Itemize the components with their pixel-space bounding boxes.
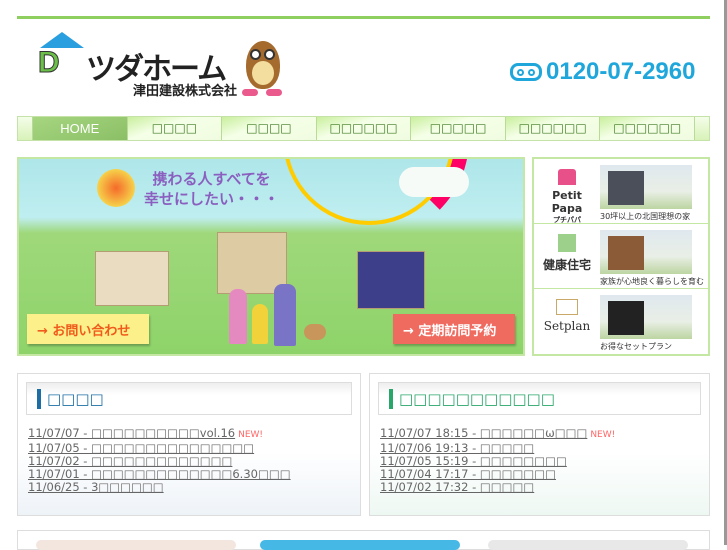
new-badge: NEW! xyxy=(590,430,616,440)
news-item[interactable]: 11/07/07 - □□□□□□□□□□vol.16 NEW! xyxy=(28,427,360,442)
house-photo xyxy=(600,230,692,274)
blog-box: □□□□□□□□□□□ 11/07/07 18:15 - □□□□□□ω□□□ N… xyxy=(369,373,710,516)
blog-item[interactable]: 11/07/07 18:15 - □□□□□□ω□□□ NEW! xyxy=(380,427,709,442)
blog-item[interactable]: 11/07/02 17:32 - □□□□□ xyxy=(380,481,709,494)
phone-text: 0120-07-2960 xyxy=(546,58,696,85)
setplan-logo: Setplan xyxy=(538,299,596,333)
top-divider xyxy=(17,16,710,19)
news-box: □□□□ 11/07/07 - □□□□□□□□□□vol.16 NEW! 11/… xyxy=(17,373,361,516)
product-petit-papa[interactable]: Petit Papa プチパパ 30坪以上の北国理想の家 xyxy=(534,159,708,224)
site-logo[interactable]: D ツダホーム 津田建設株式会社 xyxy=(38,30,238,100)
nav-item-3[interactable]: □□□□ xyxy=(221,117,316,140)
house-photo xyxy=(600,165,692,209)
nav-home[interactable]: HOME xyxy=(32,117,127,140)
nav-item-4[interactable]: □□□□□□ xyxy=(315,117,411,140)
new-badge: NEW! xyxy=(238,430,264,440)
nav-item-2[interactable]: □□□□ xyxy=(126,117,222,140)
tagline: 携わる人すべてを 幸せにしたい・・・ xyxy=(144,170,280,208)
petit-papa-logo: Petit Papa プチパパ xyxy=(538,169,596,225)
news-item[interactable]: 11/06/25 - 3□□□□□□ xyxy=(28,481,360,494)
sun-icon xyxy=(97,169,135,207)
house-illustration xyxy=(95,251,169,306)
bottom-banner-2[interactable] xyxy=(260,540,460,550)
phone-number: 0120-07-2960 xyxy=(510,58,695,86)
nav-item-7[interactable]: □□□□□□ xyxy=(599,117,696,140)
free-dial-icon xyxy=(510,63,542,81)
product-caption: 家族が心地良く暮らしを育む xyxy=(600,277,704,286)
product-caption: 30坪以上の北国理想の家 xyxy=(600,212,691,221)
news-heading: □□□□ xyxy=(26,382,352,415)
nav-item-5[interactable]: □□□□□ xyxy=(410,117,505,140)
blog-heading: □□□□□□□□□□□ xyxy=(378,382,701,415)
visit-reservation-button[interactable]: → 定期訪問予約 xyxy=(393,314,515,344)
hero-banner: 携わる人すべてを 幸せにしたい・・・ → お問い合わせ → 定期訪問予約 xyxy=(17,157,525,356)
kenko-jutaku-logo: 健康住宅 xyxy=(538,234,596,273)
main-nav: HOME □□□□ □□□□ □□□□□□ □□□□□ □□□□□□ □□□□□… xyxy=(17,116,710,141)
bottom-banners xyxy=(17,530,710,550)
owl-mascot-icon xyxy=(240,35,284,97)
bottom-banner-3[interactable] xyxy=(488,540,688,550)
bottom-banner-1[interactable] xyxy=(36,540,236,550)
logo-mark: D xyxy=(38,46,61,80)
product-list: Petit Papa プチパパ 30坪以上の北国理想の家 健康住宅 家族が心地良く… xyxy=(532,157,710,356)
house-illustration xyxy=(357,251,425,309)
product-kenko-jutaku[interactable]: 健康住宅 家族が心地良く暮らしを育む xyxy=(534,224,708,289)
product-caption: お得なセットプラン xyxy=(600,342,672,351)
logo-company: 津田建設株式会社 xyxy=(133,84,238,99)
contact-button[interactable]: → お問い合わせ xyxy=(27,314,149,344)
nav-item-6[interactable]: □□□□□□ xyxy=(504,117,600,140)
cloud-graphic xyxy=(399,167,469,197)
family-illustration xyxy=(224,279,334,349)
house-photo xyxy=(600,295,692,339)
product-setplan[interactable]: Setplan お得なセットプラン xyxy=(534,289,708,354)
